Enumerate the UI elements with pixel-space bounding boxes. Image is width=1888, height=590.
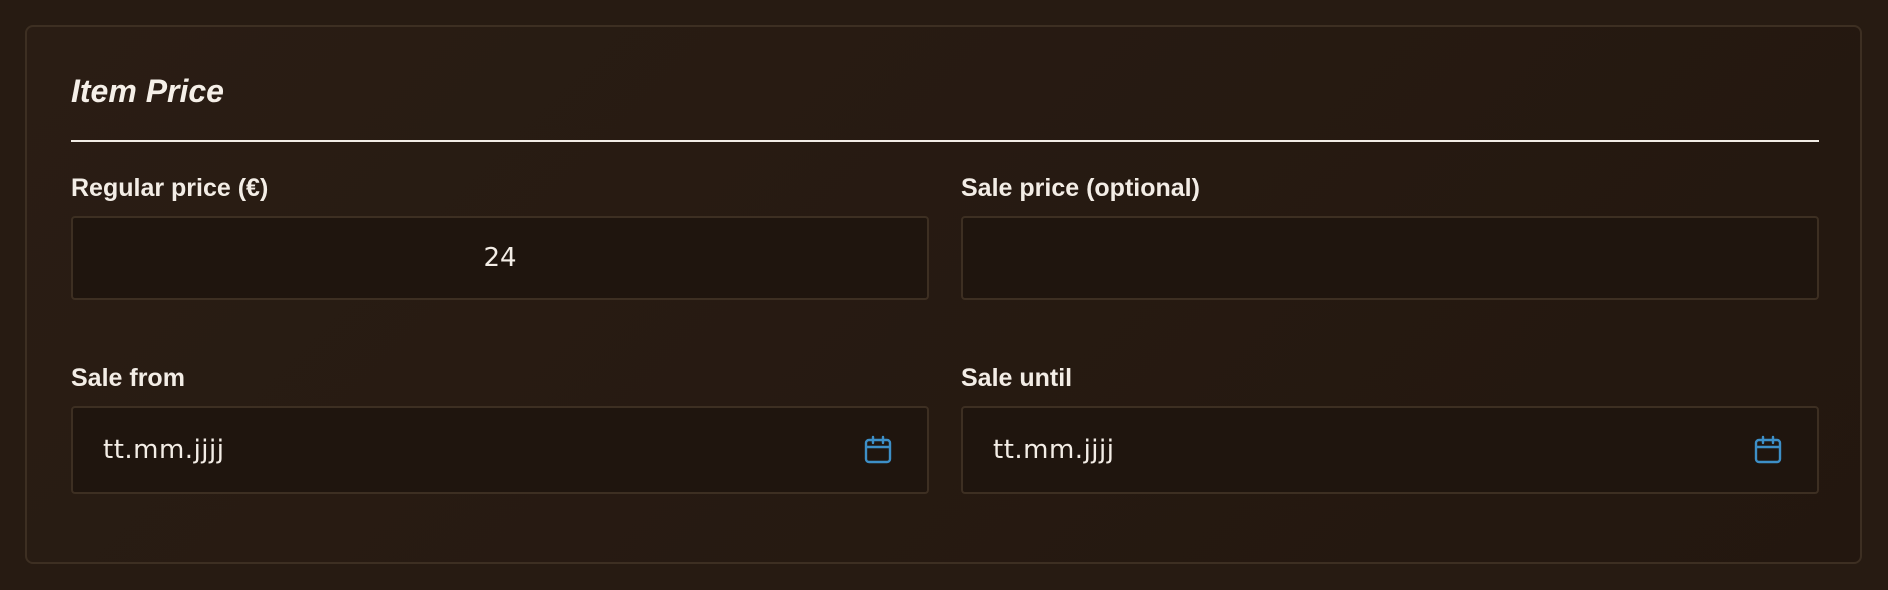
sale-from-placeholder: tt.mm.jjjj (103, 435, 225, 465)
sale-price-label: Sale price (optional) (961, 174, 1200, 202)
title-divider (71, 140, 1819, 142)
regular-price-input[interactable] (73, 218, 927, 298)
regular-price-label: Regular price (€) (71, 174, 269, 202)
sale-until-input[interactable]: tt.mm.jjjj (961, 406, 1819, 494)
sale-from-label: Sale from (71, 364, 185, 392)
sale-until-placeholder: tt.mm.jjjj (993, 435, 1115, 465)
sale-price-field (961, 216, 1819, 300)
sale-until-label: Sale until (961, 364, 1073, 392)
sale-from-input[interactable]: tt.mm.jjjj (71, 406, 929, 494)
regular-price-field (71, 216, 929, 300)
card-title: Item Price (71, 73, 224, 109)
calendar-icon[interactable] (863, 435, 893, 465)
sale-price-input[interactable] (963, 218, 1817, 298)
item-price-card: Item Price Regular price (€) Sale price … (25, 25, 1862, 564)
calendar-icon[interactable] (1753, 435, 1783, 465)
